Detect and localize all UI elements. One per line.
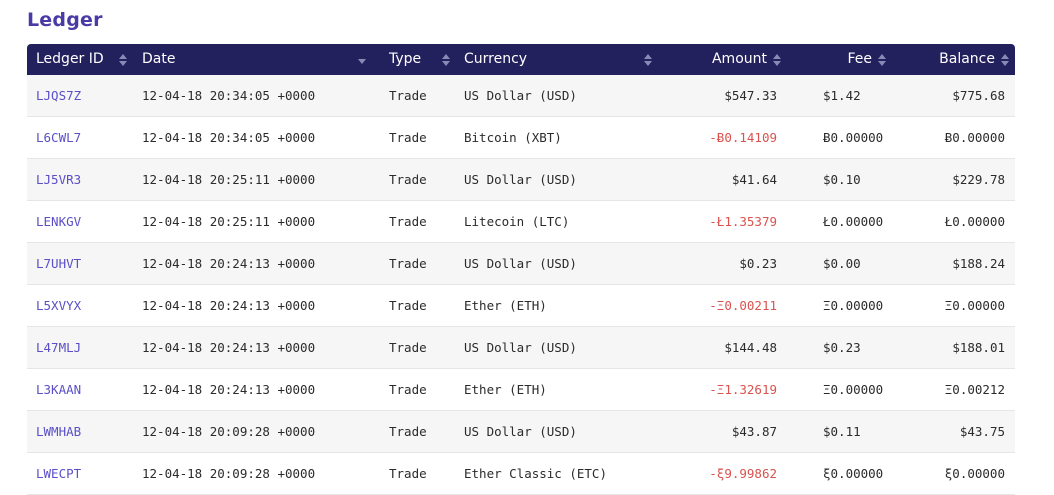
date-cell: 12-04-18 20:24:13 +0000: [142, 298, 316, 313]
amount-cell: $41.64: [731, 172, 777, 187]
date-cell: 12-04-18 20:24:13 +0000: [142, 256, 316, 271]
sort-icon[interactable]: [772, 54, 782, 66]
table-row[interactable]: L7UHVT 12-04-18 20:24:13 +0000 Trade US Dol…: [27, 243, 1015, 285]
date-cell: 12-04-18 20:09:28 +0000: [142, 424, 316, 439]
column-header-date[interactable]: Date: [142, 44, 175, 75]
amount-cell: $0.23: [739, 256, 777, 271]
fee-cell: $0.11: [823, 424, 861, 439]
table-row[interactable]: LJ5VR3 12-04-18 20:25:11 +0000 Trade US Dol…: [27, 159, 1015, 201]
date-cell: 12-04-18 20:25:11 +0000: [142, 214, 316, 229]
ledger-id-link[interactable]: L47MLJ: [36, 327, 81, 368]
balance-cell: Ƀ0.00000: [944, 130, 1005, 145]
sort-icon[interactable]: [118, 54, 128, 66]
sort-icon[interactable]: [877, 54, 887, 66]
currency-cell: Ether Classic (ETC): [464, 466, 607, 481]
page-title: Ledger: [27, 9, 103, 31]
column-header-currency[interactable]: Currency: [464, 44, 527, 75]
balance-cell: Ł0.00000: [944, 214, 1005, 229]
date-cell: 12-04-18 20:24:13 +0000: [142, 382, 316, 397]
type-cell: Trade: [389, 88, 427, 103]
currency-cell: Bitcoin (XBT): [464, 130, 562, 145]
balance-cell: $188.01: [952, 340, 1005, 355]
type-cell: Trade: [389, 466, 427, 481]
amount-cell: $144.48: [724, 340, 777, 355]
type-cell: Trade: [389, 172, 427, 187]
ledger-id-link[interactable]: LENKGV: [36, 201, 81, 242]
table-row[interactable]: L3KAAN 12-04-18 20:24:13 +0000 Trade Ether …: [27, 369, 1015, 411]
type-cell: Trade: [389, 340, 427, 355]
date-cell: 12-04-18 20:09:28 +0000: [142, 466, 316, 481]
date-cell: 12-04-18 20:34:05 +0000: [142, 130, 316, 145]
table-body: LJQS7Z 12-04-18 20:34:05 +0000 Trade US Dol…: [27, 75, 1015, 495]
column-header-fee[interactable]: Fee: [807, 44, 872, 75]
amount-cell: -Ƀ0.14109: [709, 130, 777, 145]
ledger-id-link[interactable]: LWECPT: [36, 453, 81, 494]
ledger-id-link[interactable]: LWMHAB: [36, 411, 81, 452]
sort-icon[interactable]: [643, 54, 653, 66]
table-row[interactable]: LENKGV 12-04-18 20:25:11 +0000 Trade Liteco…: [27, 201, 1015, 243]
fee-cell: Ξ0.00000: [823, 298, 884, 313]
date-cell: 12-04-18 20:24:13 +0000: [142, 340, 316, 355]
currency-cell: Litecoin (LTC): [464, 214, 570, 229]
sort-icon[interactable]: [441, 54, 451, 66]
ledger-id-link[interactable]: L5XVYX: [36, 285, 81, 326]
fee-cell: ξ0.00000: [823, 466, 884, 481]
table-row[interactable]: LJQS7Z 12-04-18 20:34:05 +0000 Trade US Dol…: [27, 75, 1015, 117]
amount-cell: $547.33: [724, 88, 777, 103]
table-row[interactable]: L6CWL7 12-04-18 20:34:05 +0000 Trade Bitcoi…: [27, 117, 1015, 159]
fee-cell: $1.42: [823, 88, 861, 103]
fee-cell: $0.23: [823, 340, 861, 355]
sort-desc-icon[interactable]: [357, 54, 367, 66]
column-header-balance[interactable]: Balance: [907, 44, 995, 75]
column-header-amount[interactable]: Amount: [667, 44, 767, 75]
fee-cell: $0.00: [823, 256, 861, 271]
currency-cell: Ether (ETH): [464, 298, 547, 313]
balance-cell: $188.24: [952, 256, 1005, 271]
amount-cell: -ξ9.99862: [709, 466, 777, 481]
table-row[interactable]: LWMHAB 12-04-18 20:09:28 +0000 Trade US Dol…: [27, 411, 1015, 453]
type-cell: Trade: [389, 256, 427, 271]
ledger-id-link[interactable]: LJ5VR3: [36, 159, 81, 200]
sort-icon[interactable]: [1000, 54, 1010, 66]
balance-cell: Ξ0.00000: [944, 298, 1005, 313]
table-row[interactable]: L47MLJ 12-04-18 20:24:13 +0000 Trade US Dol…: [27, 327, 1015, 369]
ledger-id-link[interactable]: L3KAAN: [36, 369, 81, 410]
ledger-id-link[interactable]: L6CWL7: [36, 117, 81, 158]
amount-cell: $43.87: [731, 424, 777, 439]
currency-cell: US Dollar (USD): [464, 256, 577, 271]
balance-cell: $775.68: [952, 88, 1005, 103]
currency-cell: Ether (ETH): [464, 382, 547, 397]
ledger-id-link[interactable]: LJQS7Z: [36, 75, 81, 116]
balance-cell: Ξ0.00212: [944, 382, 1005, 397]
amount-cell: -Ξ1.32619: [709, 382, 777, 397]
type-cell: Trade: [389, 382, 427, 397]
type-cell: Trade: [389, 298, 427, 313]
type-cell: Trade: [389, 424, 427, 439]
amount-cell: -Ł1.35379: [709, 214, 777, 229]
date-cell: 12-04-18 20:34:05 +0000: [142, 88, 316, 103]
table-header: Ledger ID Date Type Currency Amount Fee …: [27, 44, 1015, 75]
balance-cell: $43.75: [959, 424, 1005, 439]
currency-cell: US Dollar (USD): [464, 88, 577, 103]
column-header-type[interactable]: Type: [389, 44, 421, 75]
fee-cell: Ξ0.00000: [823, 382, 884, 397]
currency-cell: US Dollar (USD): [464, 424, 577, 439]
ledger-id-link[interactable]: L7UHVT: [36, 243, 81, 284]
balance-cell: ξ0.00000: [944, 466, 1005, 481]
date-cell: 12-04-18 20:25:11 +0000: [142, 172, 316, 187]
table-row[interactable]: L5XVYX 12-04-18 20:24:13 +0000 Trade Ether …: [27, 285, 1015, 327]
fee-cell: Ł0.00000: [823, 214, 884, 229]
amount-cell: -Ξ0.00211: [709, 298, 777, 313]
type-cell: Trade: [389, 130, 427, 145]
ledger-table: Ledger ID Date Type Currency Amount Fee …: [27, 44, 1015, 495]
table-row[interactable]: LWECPT 12-04-18 20:09:28 +0000 Trade Ether …: [27, 453, 1015, 495]
currency-cell: US Dollar (USD): [464, 340, 577, 355]
type-cell: Trade: [389, 214, 427, 229]
fee-cell: $0.10: [823, 172, 861, 187]
balance-cell: $229.78: [952, 172, 1005, 187]
fee-cell: Ƀ0.00000: [823, 130, 884, 145]
currency-cell: US Dollar (USD): [464, 172, 577, 187]
column-header-ledger-id[interactable]: Ledger ID: [36, 44, 104, 75]
